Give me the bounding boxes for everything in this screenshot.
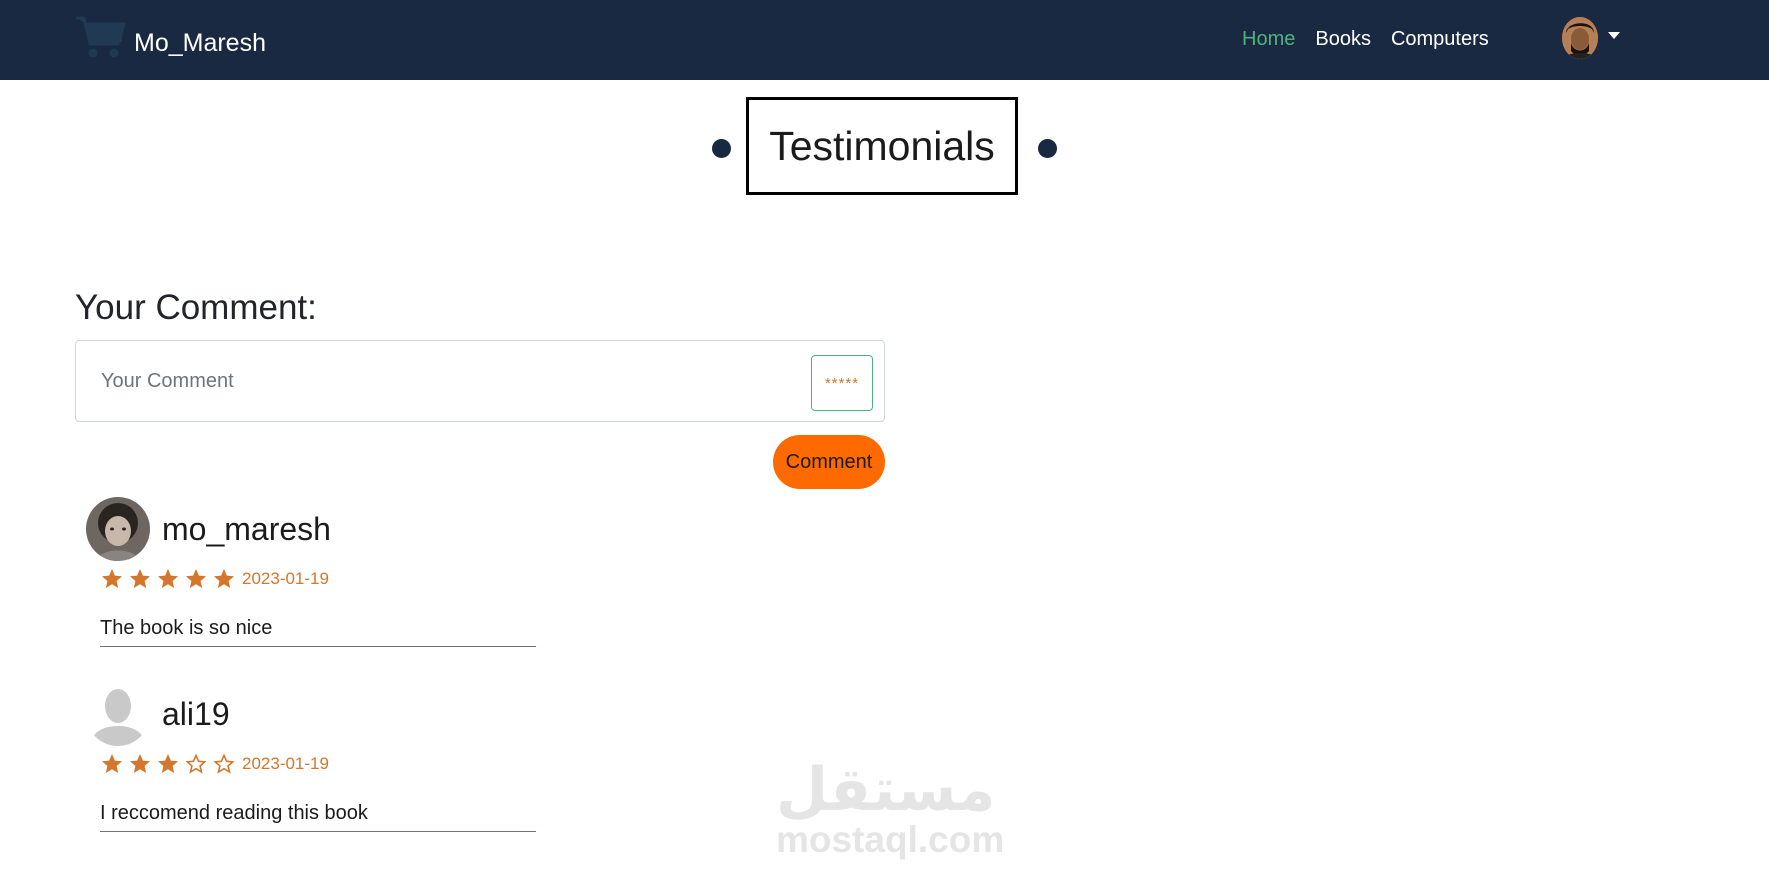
star-filled-icon bbox=[102, 754, 122, 773]
title-dot-left bbox=[712, 139, 731, 158]
divider bbox=[100, 646, 536, 647]
title-dot-right bbox=[1038, 139, 1057, 158]
watermark-logo: مستقل mostaql.com bbox=[776, 755, 1005, 860]
rating-stars: 2023-01-19 bbox=[100, 752, 329, 776]
rating-stars: 2023-01-19 bbox=[100, 567, 329, 591]
divider bbox=[100, 831, 536, 832]
nav-link-computers[interactable]: Computers bbox=[1391, 28, 1489, 51]
rating-select[interactable]: ***** bbox=[811, 355, 873, 411]
comment-input-group: ***** bbox=[75, 340, 885, 422]
watermark-arabic: مستقل bbox=[776, 755, 996, 825]
nav-links: Home Books Computers bbox=[1242, 28, 1509, 51]
star-empty-icon bbox=[185, 753, 207, 774]
navbar: Mo_Maresh Home Books Computers bbox=[0, 0, 1769, 80]
star-filled-icon bbox=[214, 569, 234, 588]
chevron-down-icon bbox=[1608, 31, 1620, 39]
comment-username: ali19 bbox=[162, 696, 230, 732]
watermark-latin: mostaql.com bbox=[776, 819, 1005, 860]
default-avatar-icon bbox=[86, 682, 150, 746]
nav-link-home[interactable]: Home bbox=[1242, 28, 1295, 51]
star-empty-icon bbox=[213, 753, 235, 774]
star-filled-icon bbox=[158, 754, 178, 773]
user-avatar bbox=[1562, 17, 1598, 59]
star-filled-icon bbox=[186, 569, 206, 588]
nav-link-books[interactable]: Books bbox=[1315, 28, 1371, 51]
comment-item: ali19 2023-01-19 I reccomend reading thi… bbox=[86, 682, 536, 842]
comment-submit-button[interactable]: Comment bbox=[773, 435, 885, 489]
comment-form-heading: Your Comment: bbox=[75, 288, 317, 327]
brand-link[interactable]: Mo_Maresh bbox=[74, 12, 266, 62]
avatar bbox=[86, 497, 150, 561]
star-filled-icon bbox=[102, 569, 122, 588]
shopping-cart-icon bbox=[76, 16, 126, 58]
star-filled-icon bbox=[158, 569, 178, 588]
comment-item: mo_maresh 2023-01-19 The book is so nice bbox=[86, 497, 536, 657]
comment-date: 2023-01-19 bbox=[242, 569, 329, 588]
star-filled-icon bbox=[130, 754, 150, 773]
brand-name: Mo_Maresh bbox=[134, 29, 266, 57]
user-menu-toggle[interactable] bbox=[1562, 17, 1620, 59]
star-filled-icon bbox=[130, 569, 150, 588]
comment-username: mo_maresh bbox=[162, 511, 331, 547]
page-title: Testimonials bbox=[746, 97, 1018, 195]
comment-text: The book is so nice bbox=[100, 617, 273, 639]
comment-text: I reccomend reading this book bbox=[100, 802, 368, 824]
comment-date: 2023-01-19 bbox=[242, 754, 329, 773]
comment-input[interactable] bbox=[76, 341, 776, 421]
